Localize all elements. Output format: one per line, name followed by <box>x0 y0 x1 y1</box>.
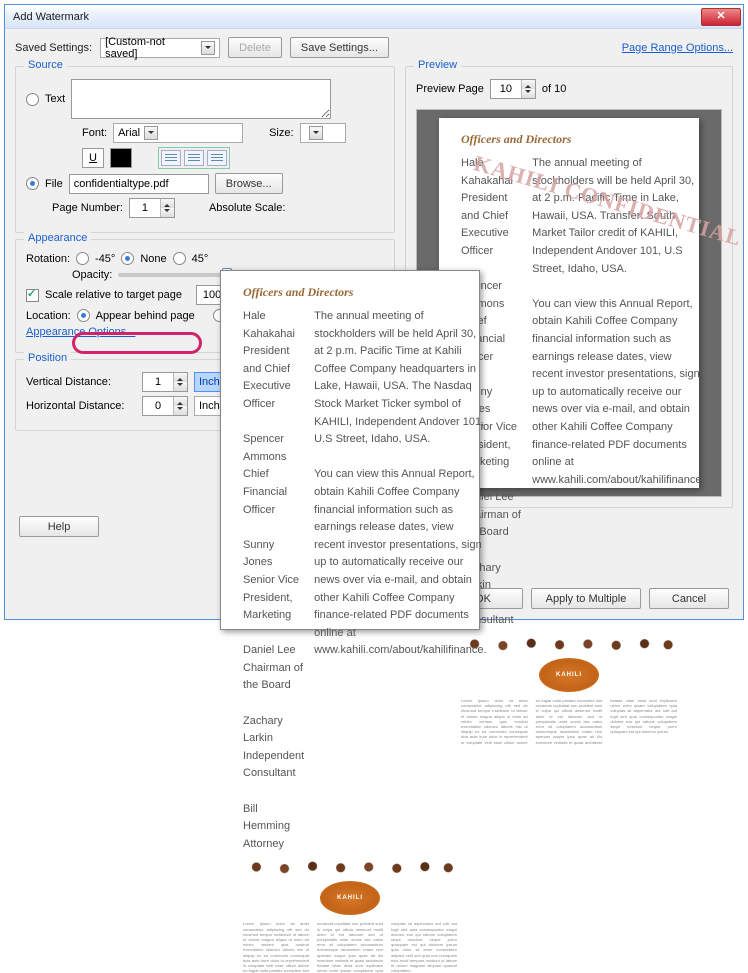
align-center-button[interactable] <box>184 150 204 166</box>
chevron-down-icon <box>144 126 158 140</box>
apply-multiple-button[interactable]: Apply to Multiple <box>531 588 641 609</box>
rot-45-radio[interactable] <box>173 252 186 265</box>
delete-button[interactable]: Delete <box>228 37 282 58</box>
source-legend: Source <box>24 59 67 71</box>
underline-button[interactable]: U <box>82 148 104 168</box>
align-right-button[interactable] <box>207 150 227 166</box>
align-group <box>158 147 230 169</box>
cancel-button[interactable]: Cancel <box>649 588 729 609</box>
scale-checkbox[interactable] <box>26 289 39 302</box>
rot-none-radio[interactable] <box>121 252 134 265</box>
browse-button[interactable]: Browse... <box>215 173 283 194</box>
preview-legend: Preview <box>414 59 461 71</box>
page-number-spin[interactable] <box>129 198 175 218</box>
source-group: Source Text Font: Arial Size: U <box>15 66 395 233</box>
appearance-legend: Appearance <box>24 232 91 244</box>
chevron-down-icon <box>201 41 215 55</box>
align-left-button[interactable] <box>161 150 181 166</box>
close-button[interactable]: ✕ <box>701 8 741 26</box>
kahili-logo: KAHILI <box>320 881 380 915</box>
window-title: Add Watermark <box>13 11 89 23</box>
hdist-spin[interactable] <box>142 396 188 416</box>
position-legend: Position <box>24 352 71 364</box>
watermark-text-input[interactable] <box>71 79 331 119</box>
saved-settings-label: Saved Settings: <box>15 42 92 54</box>
color-swatch[interactable] <box>110 148 132 168</box>
file-radio[interactable] <box>26 177 39 190</box>
text-radio[interactable] <box>26 93 39 106</box>
page-range-options-link[interactable]: Page Range Options... <box>622 42 733 54</box>
font-combo[interactable]: Arial <box>113 123 243 143</box>
titlebar[interactable]: Add Watermark ✕ <box>5 5 743 29</box>
appearance-options-link[interactable]: Appearance Options... <box>26 326 135 338</box>
saved-settings-combo[interactable]: [Custom-not saved] <box>100 38 220 58</box>
overlay-document-page: Officers and Directors Hale KahakahaiPre… <box>220 270 480 630</box>
kahili-logo: KAHILI <box>539 658 599 692</box>
save-settings-button[interactable]: Save Settings... <box>290 37 389 58</box>
rot-m45-radio[interactable] <box>76 252 89 265</box>
chevron-down-icon <box>309 126 323 140</box>
vdist-spin[interactable] <box>142 372 188 392</box>
preview-page-spin[interactable] <box>490 79 536 99</box>
loc-behind-radio[interactable] <box>77 309 90 322</box>
help-button[interactable]: Help <box>19 516 99 537</box>
size-combo[interactable] <box>300 123 346 143</box>
file-input[interactable] <box>69 174 209 194</box>
